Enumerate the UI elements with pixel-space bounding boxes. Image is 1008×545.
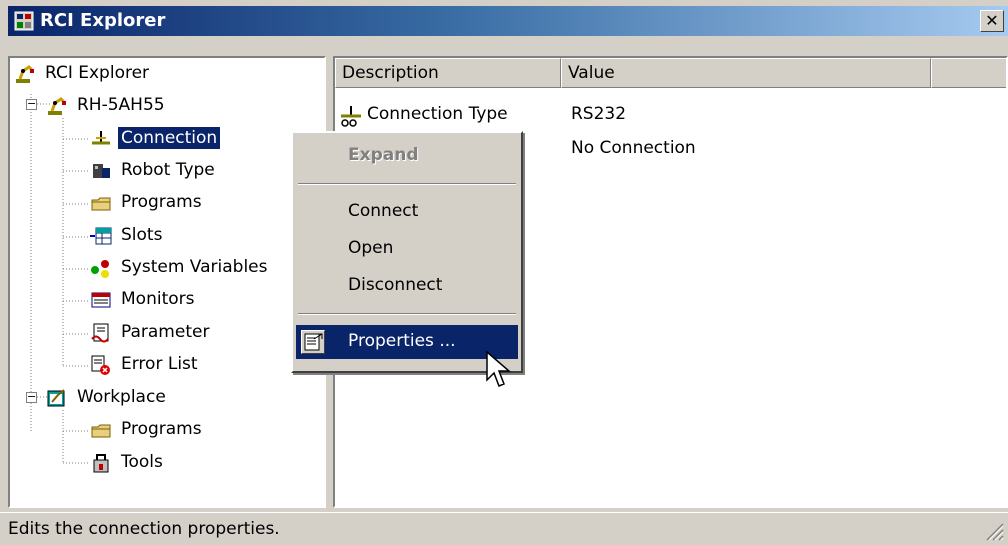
list-row[interactable]: Connection Type RS232 <box>339 102 999 132</box>
tree-view[interactable]: RCI Explorer − RH-5AH55 Connection Robot… <box>8 56 326 508</box>
column-header-label: Description <box>342 63 439 83</box>
tree-item-label: Programs <box>121 192 202 212</box>
column-header-label: Value <box>568 63 615 83</box>
close-button[interactable]: ✕ <box>980 10 1004 32</box>
menu-item-disconnect[interactable]: Disconnect <box>296 269 518 303</box>
menu-item-label: Disconnect <box>348 275 443 295</box>
list-cell-value: No Connection <box>571 138 696 158</box>
menu-item-label: Open <box>348 238 394 258</box>
parameter-icon <box>91 323 109 343</box>
menu-separator <box>298 183 516 185</box>
app-icon <box>14 11 34 31</box>
tree-item-label: RCI Explorer <box>45 63 150 83</box>
tree-item-label: Connection <box>116 126 222 150</box>
robot-arm-icon <box>48 97 66 115</box>
properties-icon <box>301 330 325 354</box>
folder-icon <box>91 197 111 211</box>
list-cell-description: Connection Type <box>367 104 508 124</box>
tree-item-label: Workplace <box>77 387 166 407</box>
menu-item-connect[interactable]: Connect <box>296 195 518 229</box>
mouse-cursor-icon <box>486 350 511 387</box>
robot-arm-icon <box>16 65 34 83</box>
tree-item-label: Error List <box>121 354 198 374</box>
menu-item-label: Properties ... <box>348 331 456 351</box>
collapse-workplace-toggle[interactable]: − <box>26 390 37 403</box>
tools-icon <box>93 454 109 473</box>
title-bar[interactable]: RCI Explorer ✕ <box>8 6 1008 36</box>
column-header-filler <box>931 58 1006 88</box>
status-bar: Edits the connection properties. <box>0 512 1008 545</box>
column-header-value[interactable]: Value <box>561 58 931 88</box>
column-header-description[interactable]: Description <box>335 58 561 88</box>
tree-item-label: Programs <box>121 419 202 439</box>
tree-item-label: Slots <box>121 225 163 245</box>
tree-item-label: RH-5AH55 <box>77 95 165 115</box>
list-cell-value: RS232 <box>571 104 627 124</box>
tree-item-label: System Variables <box>121 257 268 277</box>
context-menu: Expand Connect Open Disconnect Propertie… <box>291 131 523 373</box>
minus-icon: − <box>27 390 37 403</box>
menu-item-label: Expand <box>348 145 419 165</box>
tree-item-label: Robot Type <box>121 160 215 180</box>
collapse-robot-toggle[interactable]: − <box>26 97 37 110</box>
variables-icon <box>91 260 109 278</box>
resize-grip-icon[interactable] <box>984 521 1004 541</box>
window-title: RCI Explorer <box>40 10 166 31</box>
connection-type-icon <box>341 106 361 127</box>
robot-type-icon <box>93 164 110 178</box>
status-text: Edits the connection properties. <box>8 519 280 539</box>
close-icon: ✕ <box>985 11 999 30</box>
minus-icon: − <box>27 97 37 110</box>
menu-separator <box>298 313 516 315</box>
menu-item-open[interactable]: Open <box>296 232 518 266</box>
error-list-icon <box>91 355 110 375</box>
slots-icon <box>90 227 112 245</box>
app-window: RCI Explorer ✕ RCI Explorer − RH-5AH55 C… <box>0 0 1008 545</box>
monitor-icon <box>91 292 111 308</box>
menu-item-label: Connect <box>348 201 419 221</box>
folder-icon <box>91 424 111 438</box>
workplace-icon <box>47 389 65 407</box>
menu-item-expand[interactable]: Expand <box>296 139 518 173</box>
tree-item-label: Parameter <box>121 322 210 342</box>
tree-item-label: Monitors <box>121 289 195 309</box>
tree-item-label: Tools <box>121 452 163 472</box>
connection-icon <box>92 131 110 145</box>
